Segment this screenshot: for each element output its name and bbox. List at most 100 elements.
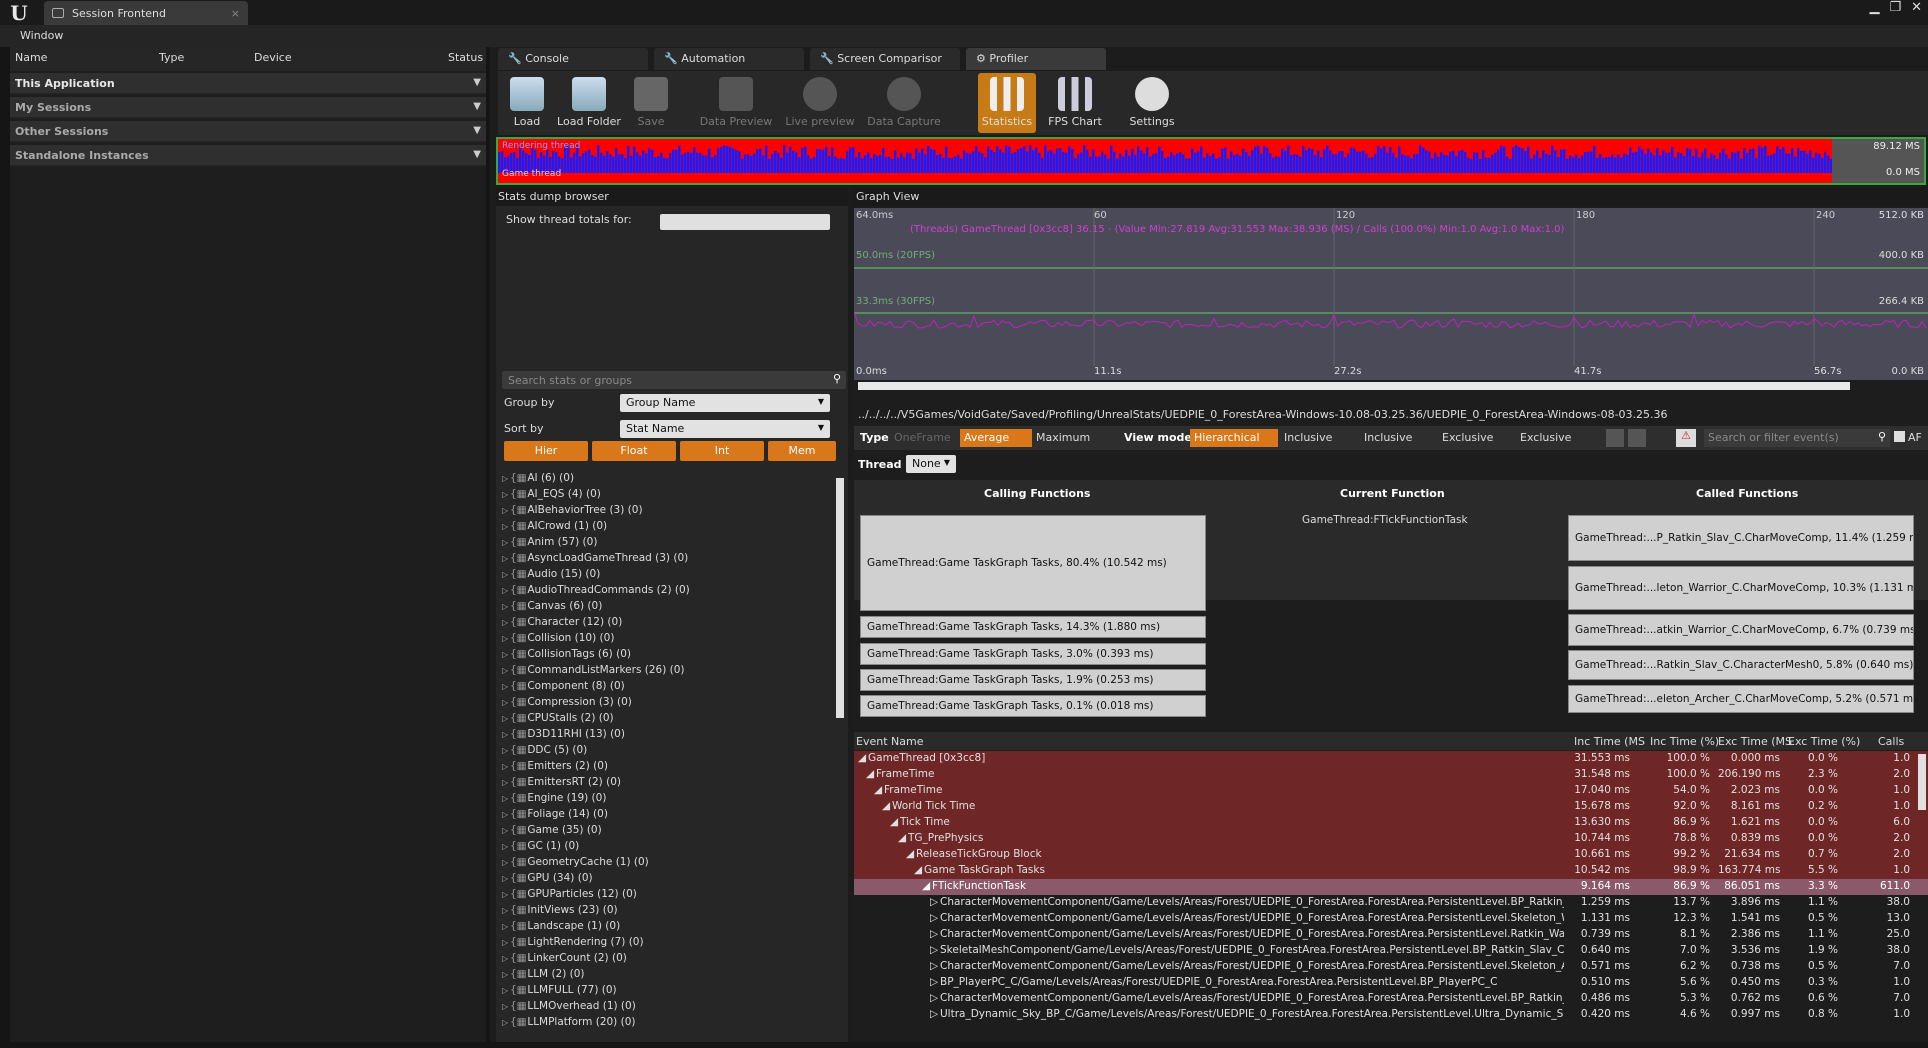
fps-chart-button[interactable]: FPS Chart	[1042, 73, 1108, 133]
close-window-icon[interactable]: ✕	[1911, 0, 1922, 15]
stat-group-item[interactable]: ▷ {▦ Character (12) (0)	[502, 616, 622, 632]
exclusive-button-1[interactable]: Exclusive	[1442, 431, 1493, 444]
data-capture-button[interactable]: Data Capture	[864, 73, 944, 133]
stat-group-item[interactable]: ▷ {▦ AI_EQS (4) (0)	[502, 488, 601, 504]
stat-group-item[interactable]: ▷ {▦ LightRendering (7) (0)	[502, 936, 644, 952]
stat-group-item[interactable]: ▷ {▦ LLMPlatform (20) (0)	[502, 1016, 636, 1032]
col-type[interactable]: Type	[159, 51, 184, 71]
settings-button[interactable]: Settings	[1122, 73, 1182, 133]
col-name[interactable]: Name	[15, 51, 47, 71]
stat-group-item[interactable]: ▷ {▦ AsyncLoadGameThread (3) (0)	[502, 552, 688, 568]
stat-group-item[interactable]: ▷ {▦ Landscape (1) (0)	[502, 920, 620, 936]
expand-icon[interactable]: ▷	[502, 1002, 510, 1011]
event-search-input[interactable]: Search or filter event(s) ⚲	[1704, 429, 1890, 447]
event-row[interactable]: ◢ World Tick Time 15.678 ms 92.0 % 8.161 ms 0…	[854, 799, 1928, 815]
minimize-icon[interactable]: ▁	[1869, 0, 1879, 15]
event-row[interactable]: ▷ BP_PlayerPC_C/Game/Levels/Areas/Forest/…	[854, 975, 1928, 991]
col-device[interactable]: Device	[254, 51, 292, 71]
close-tab-icon[interactable]: ×	[231, 7, 240, 20]
expand-icon[interactable]: ▷	[502, 890, 510, 899]
inclusive-button-2[interactable]: Inclusive	[1364, 431, 1412, 444]
af-checkbox[interactable]	[1894, 431, 1905, 442]
stat-group-item[interactable]: ▷ {▦ CollisionTags (6) (0)	[502, 648, 631, 664]
expand-icon[interactable]: ▷	[502, 826, 510, 835]
document-tab[interactable]: Session Frontend ×	[44, 1, 248, 25]
hierarchical-button[interactable]: Hierarchical	[1190, 429, 1278, 447]
tab-automation[interactable]: 🔧 Automation	[654, 48, 804, 70]
stat-group-item[interactable]: ▷ {▦ Foliage (14) (0)	[502, 808, 608, 824]
tab-console[interactable]: 🔧 Console	[498, 48, 648, 70]
current-function[interactable]: GameThread:FTickFunctionTask	[1302, 514, 1468, 526]
expand-icon[interactable]: ▷	[502, 490, 510, 499]
event-expand-icon[interactable]: ◢	[866, 768, 874, 780]
graph-view[interactable]: 64.0ms 60 120 180 240 512.0 KB 400.0 KB …	[854, 208, 1928, 380]
stat-group-item[interactable]: ▷ {▦ Compression (3) (0)	[502, 696, 632, 712]
expand-icon[interactable]: ▷	[502, 874, 510, 883]
expand-icon[interactable]: ▷	[502, 474, 510, 483]
event-expand-icon[interactable]: ◢	[906, 848, 914, 860]
stat-group-item[interactable]: ▷ {▦ Canvas (6) (0)	[502, 600, 602, 616]
frame-graph-strip[interactable]: Rendering thread Game thread 89.12 MS 0.…	[496, 137, 1926, 185]
stats-search-input[interactable]: Search stats or groups ⚲	[502, 371, 846, 389]
section-my-sessions[interactable]: My Sessions ▼	[10, 97, 486, 119]
event-expand-icon[interactable]: ▷	[930, 912, 938, 924]
alert-icon[interactable]: ⚠	[1676, 429, 1696, 447]
event-expand-icon[interactable]: ◢	[858, 752, 866, 764]
calling-function-1[interactable]: GameThread:Game TaskGraph Tasks, 14.3% (…	[860, 616, 1206, 638]
section-other-sessions[interactable]: Other Sessions ▼	[10, 121, 486, 143]
stat-group-item[interactable]: ▷ {▦ Anim (57) (0)	[502, 536, 597, 552]
event-row[interactable]: ▷ CharacterMovementComponent/Game/Levels/…	[854, 895, 1928, 911]
expand-icon[interactable]: ▷	[502, 954, 510, 963]
event-row[interactable]: ◢ FrameTime 31.548 ms 100.0 % 206.190 ms 2.3 …	[854, 767, 1928, 783]
event-row[interactable]: ◢ Tick Time 13.630 ms 86.9 % 1.621 ms 0.0 % 6.…	[854, 815, 1928, 831]
sort-by-select[interactable]: Stat Name	[620, 420, 830, 438]
live-preview-button[interactable]: Live preview	[782, 73, 858, 133]
col-exc-time-ms[interactable]: Exc Time (MS	[1718, 735, 1792, 748]
col-exc-time-pct[interactable]: Exc Time (%)	[1788, 735, 1860, 748]
stat-group-item[interactable]: ▷ {▦ LLMOverhead (1) (0)	[502, 1000, 636, 1016]
maximize-icon[interactable]: ❐	[1889, 0, 1901, 15]
event-expand-icon[interactable]: ▷	[930, 896, 938, 908]
event-expand-icon[interactable]: ◢	[874, 784, 882, 796]
event-row[interactable]: ◢ TG_PrePhysics 10.744 ms 78.8 % 0.839 ms 0.0…	[854, 831, 1928, 847]
event-expand-icon[interactable]: ◢	[922, 880, 930, 892]
called-function-4[interactable]: GameThread:...eleton_Archer_C.CharMoveCo…	[1568, 685, 1914, 713]
section-standalone[interactable]: Standalone Instances ▼	[10, 145, 486, 167]
event-expand-icon[interactable]: ▷	[930, 960, 938, 972]
filter-int-button[interactable]: Int	[680, 441, 764, 461]
calling-function-3[interactable]: GameThread:Game TaskGraph Tasks, 1.9% (0…	[860, 669, 1206, 691]
expand-icon[interactable]: ▷	[502, 634, 510, 643]
col-status[interactable]: Status	[448, 51, 483, 71]
expand-icon[interactable]: ▷	[502, 778, 510, 787]
expand-icon[interactable]: ▷	[502, 714, 510, 723]
group-by-select[interactable]: Group Name	[620, 394, 830, 412]
event-row[interactable]: ◢ FTickFunctionTask 9.164 ms 86.9 % 86.051 m…	[854, 879, 1928, 895]
event-row[interactable]: ◢ GameThread [0x3cc8] 31.553 ms 100.0 % 0.00…	[854, 751, 1928, 767]
event-expand-icon[interactable]: ◢	[890, 816, 898, 828]
stat-group-item[interactable]: ▷ {▦ Emitters (2) (0)	[502, 760, 608, 776]
stat-group-item[interactable]: ▷ {▦ Engine (19) (0)	[502, 792, 606, 808]
expand-icon[interactable]: ▷	[502, 506, 510, 515]
filter-hier-button[interactable]: Hier	[504, 441, 588, 461]
expand-icon[interactable]: ▷	[502, 922, 510, 931]
event-expand-icon[interactable]: ▷	[930, 992, 938, 1004]
col-inc-time-pct[interactable]: Inc Time (%)	[1650, 735, 1719, 748]
stat-group-item[interactable]: ▷ {▦ Game (35) (0)	[502, 824, 602, 840]
stat-group-item[interactable]: ▷ {▦ GPU (34) (0)	[502, 872, 593, 888]
event-row[interactable]: ▷ CharacterMovementComponent/Game/Levels/…	[854, 959, 1928, 975]
event-row[interactable]: ▷ SkeletalMeshComponent/Game/Levels/Areas…	[854, 943, 1928, 959]
event-row[interactable]: ▷ CharacterMovementComponent/Game/Levels/…	[854, 927, 1928, 943]
stat-group-item[interactable]: ▷ {▦ DDC (5) (0)	[502, 744, 587, 760]
stat-group-item[interactable]: ▷ {▦ AICrowd (1) (0)	[502, 520, 607, 536]
calling-function-0[interactable]: GameThread:Game TaskGraph Tasks, 80.4% (…	[860, 515, 1206, 611]
event-row[interactable]: ▷ CharacterMovementComponent/Game/Levels/…	[854, 991, 1928, 1007]
col-inc-time-ms[interactable]: Inc Time (MS	[1574, 735, 1645, 748]
tab-screen-comparison[interactable]: 🔧 Screen Comparisor	[810, 48, 960, 70]
stat-group-item[interactable]: ▷ {▦ CPUStalls (2) (0)	[502, 712, 614, 728]
expand-icon[interactable]: ▷	[502, 538, 510, 547]
thread-select[interactable]: None	[906, 455, 956, 473]
col-event-name[interactable]: Event Name	[856, 735, 923, 748]
expand-icon[interactable]: ▷	[502, 842, 510, 851]
section-this-application[interactable]: This Application ▼	[10, 73, 486, 95]
culling-icon[interactable]	[1606, 429, 1624, 447]
